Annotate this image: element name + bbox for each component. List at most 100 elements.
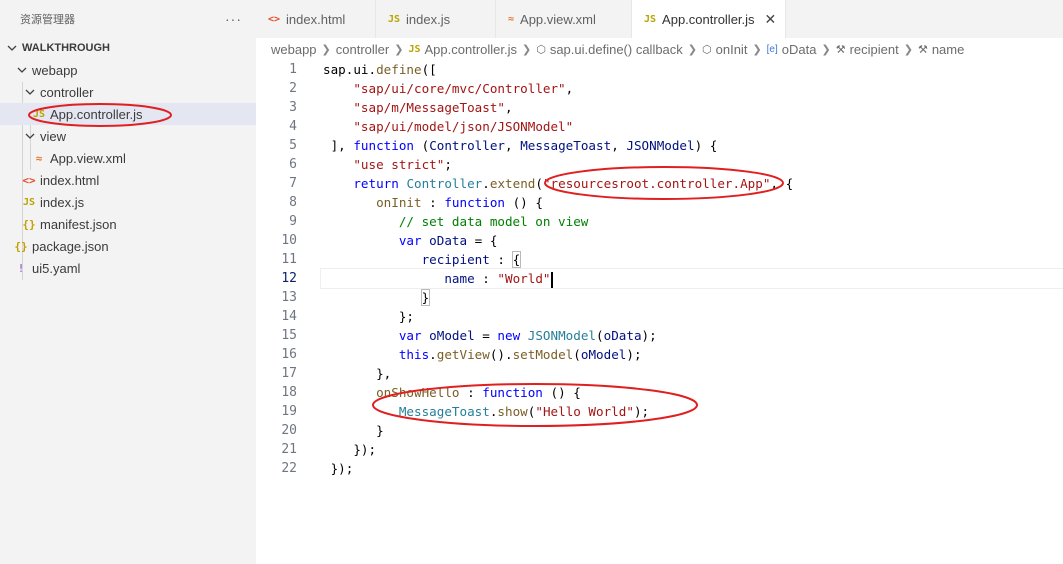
- breadcrumb-item[interactable]: recipient: [850, 42, 899, 57]
- code-line[interactable]: MessageToast.show("Hello World");: [323, 402, 1063, 421]
- rss-xml-icon: ≈: [35, 151, 43, 165]
- code-line-current[interactable]: name : "World": [320, 268, 1063, 289]
- code-line[interactable]: onInit : function () {: [323, 193, 1063, 212]
- code-line[interactable]: sap.ui.define([: [323, 60, 1063, 79]
- code-content[interactable]: sap.ui.define([ "sap/ui/core/mvc/Control…: [320, 60, 1063, 478]
- more-actions-icon[interactable]: ···: [225, 11, 242, 27]
- editor-tabs: <> index.html JS index.js ≈ App.view.xml…: [256, 0, 1063, 38]
- tree-item-manifest[interactable]: {} manifest.json: [0, 213, 256, 235]
- line-number: 19: [281, 404, 297, 419]
- tree-item-index-js[interactable]: JS index.js: [0, 191, 256, 213]
- code-line[interactable]: this.getView().setModel(oModel);: [323, 345, 1063, 364]
- tree-item-ui5-yaml[interactable]: ! ui5.yaml: [0, 257, 256, 279]
- code-line[interactable]: recipient : {: [323, 250, 1063, 269]
- code-line[interactable]: },: [323, 364, 1063, 383]
- chevron-right-icon: ❯: [903, 43, 913, 56]
- tree-item-package[interactable]: {} package.json: [0, 235, 256, 257]
- breadcrumb-item[interactable]: webapp: [271, 42, 317, 57]
- tree-item-index-html[interactable]: <> index.html: [0, 169, 256, 191]
- tree-item-view[interactable]: view: [0, 125, 256, 147]
- line-number: 15: [281, 328, 297, 343]
- json-file-icon: {}: [22, 217, 36, 231]
- json-file-icon: {}: [14, 239, 28, 253]
- line-number: 10: [281, 233, 297, 248]
- code-line[interactable]: return Controller.extend("resourcesroot.…: [323, 174, 1063, 193]
- explorer-sidebar: 资源管理器 ··· WALKTHROUGH webapp controller …: [0, 0, 256, 564]
- wrench-icon: ⚒: [917, 43, 928, 56]
- chevron-right-icon: ❯: [687, 43, 698, 56]
- tree-item-label: view: [40, 128, 67, 144]
- tree-item-label: ui5.yaml: [32, 260, 81, 276]
- cube-icon: ⬡: [536, 43, 546, 56]
- cube-icon: ⬡: [702, 43, 712, 56]
- chevron-down-icon: [4, 40, 20, 56]
- tree-item-label: index.html: [40, 172, 100, 188]
- breadcrumb-item[interactable]: controller: [336, 42, 389, 57]
- line-number: 14: [281, 309, 297, 324]
- tree-item-label: controller: [40, 84, 94, 100]
- tree-item-controller[interactable]: controller: [0, 81, 256, 103]
- tab-index-js[interactable]: JS index.js: [376, 0, 496, 38]
- html-file-icon: <>: [22, 173, 36, 187]
- code-line[interactable]: ], function (Controller, MessageToast, J…: [323, 136, 1063, 155]
- code-line[interactable]: // set data model on view: [323, 212, 1063, 231]
- code-line[interactable]: "use strict";: [323, 155, 1063, 174]
- chevron-down-icon: [14, 62, 30, 78]
- workspace-root[interactable]: WALKTHROUGH: [0, 37, 256, 59]
- chevron-right-icon: ❯: [522, 43, 532, 56]
- line-number-gutter: 1 2 3 4 5 6 7 8 9 10 11 12 13 14 15 16 1…: [256, 60, 306, 478]
- tab-index-html[interactable]: <> index.html: [256, 0, 376, 38]
- code-line[interactable]: }: [323, 288, 1063, 307]
- line-number: 13: [281, 290, 297, 305]
- code-line[interactable]: "sap/m/MessageToast",: [323, 98, 1063, 117]
- explorer-header: 资源管理器 ···: [0, 0, 256, 38]
- chevron-right-icon: ❯: [394, 43, 404, 56]
- breadcrumb-item[interactable]: App.controller.js: [425, 42, 518, 57]
- line-number: 7: [289, 176, 297, 191]
- tree-item-label: webapp: [32, 62, 78, 78]
- tab-label: App.view.xml: [520, 11, 596, 27]
- js-file-icon: JS: [408, 43, 421, 55]
- code-line[interactable]: };: [323, 307, 1063, 326]
- yaml-file-icon: !: [17, 261, 25, 275]
- line-number: 5: [289, 138, 297, 153]
- code-line[interactable]: });: [323, 459, 1063, 478]
- workspace-root-label: WALKTHROUGH: [22, 42, 110, 54]
- code-line[interactable]: var oData = {: [323, 231, 1063, 250]
- breadcrumb-item[interactable]: onInit: [716, 42, 748, 57]
- code-line[interactable]: "sap/ui/model/json/JSONModel": [323, 117, 1063, 136]
- code-line[interactable]: "sap/ui/core/mvc/Controller",: [323, 79, 1063, 98]
- tab-app-view[interactable]: ≈ App.view.xml: [496, 0, 632, 38]
- html-file-icon: <>: [268, 13, 281, 25]
- rss-xml-icon: ≈: [508, 13, 515, 25]
- chevron-down-icon: [22, 84, 38, 100]
- line-number: 4: [289, 119, 297, 134]
- tab-app-controller[interactable]: JS App.controller.js ✕: [632, 0, 786, 38]
- breadcrumb-item[interactable]: name: [932, 42, 965, 57]
- tree-item-app-view[interactable]: ≈ App.view.xml: [0, 147, 256, 169]
- tree-item-webapp[interactable]: webapp: [0, 59, 256, 81]
- breadcrumb: webapp ❯ controller ❯ JS App.controller.…: [256, 38, 1063, 60]
- chevron-right-icon: ❯: [752, 43, 762, 56]
- explorer-title: 资源管理器: [20, 14, 75, 26]
- variable-icon: [e]: [766, 43, 778, 55]
- breadcrumb-item[interactable]: sap.ui.define() callback: [550, 42, 683, 57]
- line-number: 18: [281, 385, 297, 400]
- tree-item-label: package.json: [32, 238, 109, 254]
- line-number: 6: [289, 157, 297, 172]
- tab-label: index.js: [406, 11, 451, 27]
- tab-label: index.html: [286, 11, 346, 27]
- code-line[interactable]: var oModel = new JSONModel(oData);: [323, 326, 1063, 345]
- tree-item-label: index.js: [40, 194, 85, 210]
- line-number-current: 12: [281, 271, 297, 286]
- tree-item-app-controller[interactable]: JS App.controller.js: [0, 103, 256, 125]
- js-file-icon: JS: [388, 13, 401, 25]
- code-line[interactable]: });: [323, 440, 1063, 459]
- chevron-right-icon: ❯: [821, 43, 831, 56]
- code-line[interactable]: }: [323, 421, 1063, 440]
- tab-label: App.controller.js: [662, 11, 755, 27]
- code-line[interactable]: onShowHello : function () {: [323, 383, 1063, 402]
- close-icon[interactable]: ✕: [765, 11, 777, 28]
- breadcrumb-item[interactable]: oData: [782, 42, 817, 57]
- code-editor[interactable]: 1 2 3 4 5 6 7 8 9 10 11 12 13 14 15 16 1…: [256, 60, 1063, 564]
